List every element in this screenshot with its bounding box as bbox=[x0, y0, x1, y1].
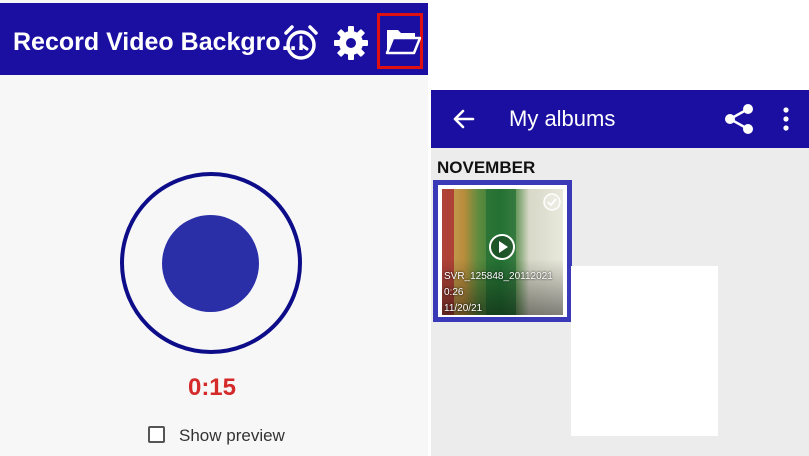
open-albums-button[interactable] bbox=[377, 13, 423, 69]
alarm-icon[interactable] bbox=[281, 23, 321, 63]
play-circle-icon[interactable] bbox=[488, 233, 516, 261]
show-preview-label: Show preview bbox=[179, 426, 285, 445]
video-filename: SVR_125848_20112021 bbox=[444, 271, 553, 282]
albums-app-bar: My albums bbox=[431, 90, 809, 148]
more-vert-icon[interactable] bbox=[777, 105, 795, 133]
gear-icon[interactable] bbox=[331, 23, 371, 63]
share-icon[interactable] bbox=[723, 103, 755, 135]
record-button[interactable] bbox=[162, 215, 259, 312]
albums-title: My albums bbox=[509, 106, 616, 131]
recorder-app-bar: Record Video Backgro… bbox=[0, 3, 428, 75]
check-circle-icon[interactable] bbox=[543, 193, 561, 211]
app-title: Record Video Backgro… bbox=[13, 28, 306, 56]
blank-area bbox=[571, 266, 718, 436]
back-arrow-icon[interactable] bbox=[451, 106, 477, 132]
video-duration: 0:26 bbox=[444, 287, 464, 298]
video-date: 11/20/21 bbox=[444, 303, 483, 314]
recording-timer: 0:15 bbox=[187, 374, 237, 401]
video-thumbnail-image: SVR_125848_20112021 0:26 11/20/21 bbox=[442, 189, 563, 315]
folder-open-icon bbox=[385, 30, 421, 55]
show-preview-checkbox[interactable] bbox=[148, 426, 165, 443]
recorder-screen: Record Video Backgro… 0:15 Show preview bbox=[0, 0, 428, 456]
albums-screen: My albums NOVEMBER SVR_125848_20112021 0… bbox=[431, 90, 809, 456]
video-thumbnail-item[interactable]: SVR_125848_20112021 0:26 11/20/21 bbox=[433, 180, 572, 322]
month-section-header: NOVEMBER bbox=[437, 158, 536, 177]
